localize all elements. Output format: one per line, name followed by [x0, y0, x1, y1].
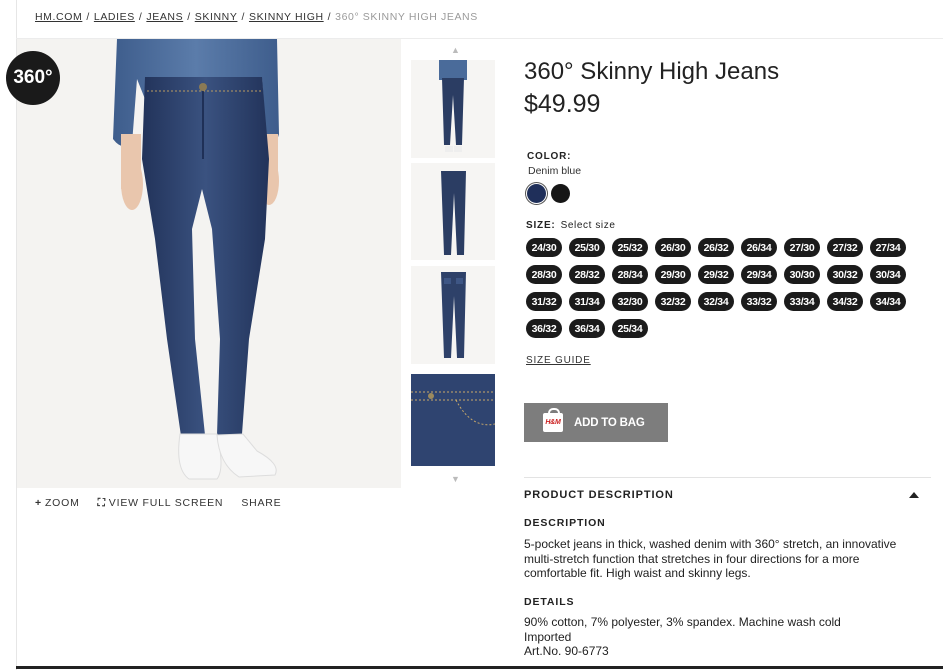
- thumbnail-jeans-front-image: [441, 171, 466, 255]
- thumbnail-2[interactable]: [411, 163, 495, 260]
- size-option[interactable]: 29/30: [655, 265, 691, 284]
- size-option[interactable]: 30/32: [827, 265, 863, 284]
- size-option[interactable]: 36/32: [526, 319, 562, 338]
- size-guide-link[interactable]: SIZE GUIDE: [526, 355, 591, 366]
- swatch-denim-blue[interactable]: [527, 184, 546, 203]
- add-to-bag-button[interactable]: H&M ADD TO BAG: [524, 403, 668, 442]
- size-option[interactable]: 32/30: [612, 292, 648, 311]
- thumbnail-4[interactable]: [411, 374, 495, 466]
- share-button[interactable]: SHARE: [241, 497, 281, 510]
- details-heading: DETAILS: [524, 596, 575, 608]
- thumbnail-detail-image: [411, 374, 495, 466]
- size-option[interactable]: 33/32: [741, 292, 777, 311]
- full-screen-button[interactable]: ⛶ VIEW FULL SCREEN: [98, 497, 224, 510]
- size-option[interactable]: 28/32: [569, 265, 605, 284]
- thumbnail-3[interactable]: [411, 266, 495, 364]
- size-option[interactable]: 26/34: [741, 238, 777, 257]
- size-option[interactable]: 28/30: [526, 265, 562, 284]
- main-product-image[interactable]: [17, 39, 401, 488]
- size-option[interactable]: 33/34: [784, 292, 820, 311]
- product-title: 360° Skinny High Jeans: [524, 58, 780, 85]
- share-label: SHARE: [241, 497, 282, 509]
- breadcrumb-separator: /: [187, 11, 191, 23]
- breadcrumb-link-jeans[interactable]: JEANS: [146, 11, 183, 23]
- plus-icon: +: [35, 497, 42, 509]
- size-option[interactable]: 30/30: [784, 265, 820, 284]
- size-option[interactable]: 34/32: [827, 292, 863, 311]
- details-line-article-number: Art.No. 90-6773: [524, 644, 609, 658]
- swatch-black[interactable]: [551, 184, 570, 203]
- size-option[interactable]: 26/32: [698, 238, 734, 257]
- size-option[interactable]: 36/34: [569, 319, 605, 338]
- product-description-header[interactable]: PRODUCT DESCRIPTION: [524, 489, 674, 501]
- add-to-bag-label: ADD TO BAG: [574, 416, 645, 429]
- size-option[interactable]: 27/34: [870, 238, 906, 257]
- breadcrumb-current: 360° SKINNY HIGH JEANS: [335, 11, 478, 23]
- thumbnail-jeans-back-image: [441, 272, 466, 358]
- color-label: COLOR:: [527, 151, 572, 162]
- thumbnails-down-arrow-icon[interactable]: ▼: [451, 474, 460, 484]
- size-option[interactable]: 26/30: [655, 238, 691, 257]
- size-selector: 24/30 25/30 25/32 26/30 26/32 26/34 27/30 27/32…: [526, 238, 916, 338]
- size-prompt: Select size: [560, 220, 616, 231]
- breadcrumb-separator: /: [241, 11, 245, 23]
- size-option[interactable]: 25/34: [612, 319, 648, 338]
- size-option[interactable]: 32/32: [655, 292, 691, 311]
- size-option[interactable]: 25/30: [569, 238, 605, 257]
- thumbnail-1[interactable]: [411, 60, 495, 158]
- size-option[interactable]: 27/32: [827, 238, 863, 257]
- description-text: 5-pocket jeans in thick, washed denim wi…: [524, 537, 897, 580]
- description-heading: DESCRIPTION: [524, 517, 606, 529]
- size-option[interactable]: 29/34: [741, 265, 777, 284]
- zoom-label: ZOOM: [44, 497, 80, 509]
- size-option[interactable]: 24/30: [526, 238, 562, 257]
- details-text: 90% cotton, 7% polyester, 3% spandex. Ma…: [524, 615, 841, 659]
- size-option[interactable]: 31/32: [526, 292, 562, 311]
- bag-logo: H&M: [545, 419, 561, 426]
- breadcrumb-separator: /: [327, 11, 332, 23]
- color-value: Denim blue: [528, 165, 582, 177]
- description-divider: [524, 477, 931, 478]
- fullscreen-icon: ⛶: [97, 497, 106, 509]
- breadcrumb-link-skinny[interactable]: SKINNY: [195, 11, 238, 23]
- zoom-button[interactable]: + ZOOM: [35, 497, 80, 510]
- breadcrumb-link-ladies[interactable]: LADIES: [94, 11, 135, 23]
- product-price: $49.99: [524, 90, 601, 118]
- view-360-badge[interactable]: 360°: [6, 51, 60, 105]
- size-option[interactable]: 32/34: [698, 292, 734, 311]
- thumbnail-full-body-image: [439, 60, 467, 152]
- breadcrumb-separator: /: [86, 11, 90, 23]
- shopping-bag-icon: H&M: [543, 408, 563, 432]
- size-option[interactable]: 34/34: [870, 292, 906, 311]
- size-option[interactable]: 29/32: [698, 265, 734, 284]
- breadcrumb: HM.COM / LADIES / JEANS / SKINNY / SKINNY HIGH/3…: [35, 11, 478, 23]
- model-jeans-illustration: [113, 39, 279, 480]
- breadcrumb-separator: /: [138, 11, 143, 23]
- details-line-origin: Imported: [524, 629, 572, 644]
- breadcrumb-link-home[interactable]: HM.COM: [35, 11, 82, 23]
- image-tools: + ZOOM ⛶ VIEW FULL SCREEN SHARE: [35, 497, 282, 510]
- size-option[interactable]: 31/34: [569, 292, 605, 311]
- size-option[interactable]: 27/30: [784, 238, 820, 257]
- thumbnails-up-arrow-icon[interactable]: ▲: [451, 45, 460, 55]
- size-label: SIZE: Select size: [526, 220, 616, 231]
- breadcrumb-link-skinny-high[interactable]: SKINNY HIGH: [249, 11, 324, 23]
- size-option[interactable]: 30/34: [870, 265, 906, 284]
- size-label-title: SIZE:: [526, 220, 556, 231]
- page-bottom-border: [16, 666, 943, 669]
- full-screen-label: VIEW FULL SCREEN: [108, 497, 224, 509]
- collapse-caret-icon[interactable]: [909, 492, 919, 498]
- size-option[interactable]: 25/32: [612, 238, 648, 257]
- details-line-material: 90% cotton, 7% polyester, 3% spandex. Ma…: [524, 615, 841, 629]
- size-option[interactable]: 28/34: [612, 265, 648, 284]
